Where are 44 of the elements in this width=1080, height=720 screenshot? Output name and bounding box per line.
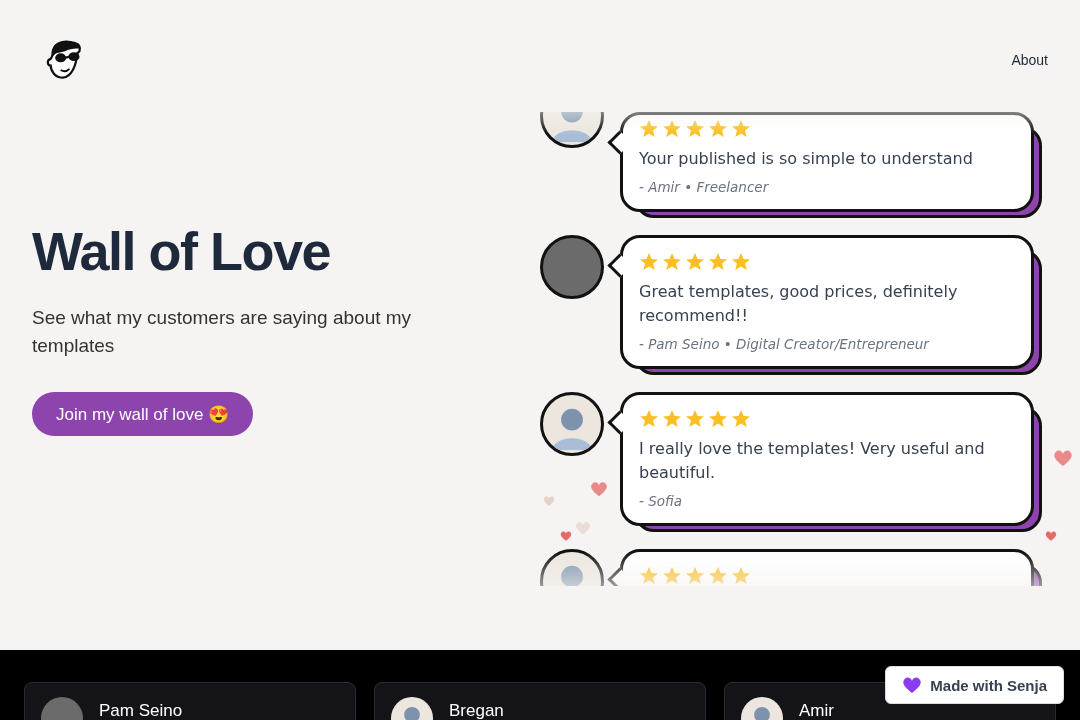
heart-icon — [560, 530, 572, 542]
star-icon — [639, 119, 659, 139]
star-icon — [685, 409, 705, 429]
star-icon — [662, 409, 682, 429]
star-icon — [639, 409, 659, 429]
reviewer-name: Pam Seino — [99, 700, 183, 720]
star-icon — [731, 252, 751, 272]
star-icon — [731, 409, 751, 429]
nav-link[interactable]: About — [1011, 52, 1048, 68]
testimonial-text: I really love the templates! Very useful and beautiful. — [639, 438, 986, 484]
page-title: Wall of Love — [32, 224, 331, 278]
star-icon — [685, 119, 705, 139]
reviewer-name: Amir — [799, 700, 834, 720]
avatar-photo-placeholder — [540, 235, 604, 299]
star-icon — [685, 566, 705, 586]
testimonial-text: Great templates, good prices, definitely recommend!! — [639, 281, 959, 327]
star-icon — [708, 119, 728, 139]
reviewer-name: Bregan — [449, 700, 504, 720]
heart-icon — [575, 520, 591, 536]
star-icon — [639, 566, 659, 586]
heart-icon — [590, 480, 608, 498]
avatar-icon — [540, 392, 604, 456]
testimonial-author: - Pam Seino • Digital Creator/Entrepreneur — [639, 336, 931, 352]
testimonial-author: - Sofia — [639, 493, 683, 509]
heart-icon — [1045, 530, 1057, 542]
heart-icon — [902, 675, 923, 695]
testimonial-author: - Amir • Freelancer — [639, 179, 770, 195]
star-icon — [662, 566, 682, 586]
badge-label: Made with Senja — [930, 676, 1047, 694]
heart-icon — [1053, 448, 1073, 468]
star-icon — [685, 252, 705, 272]
star-icon — [708, 566, 728, 586]
page-subtitle: See what my customers are saying about my templates — [32, 306, 413, 358]
star-icon — [708, 409, 728, 429]
star-icon — [662, 119, 682, 139]
star-icon — [731, 566, 751, 586]
join-button[interactable]: Join my wall of love 😍 — [32, 392, 254, 436]
heart-icon — [543, 495, 555, 507]
star-icon — [639, 252, 659, 272]
star-icon — [731, 119, 751, 139]
made-with-senja-link[interactable]: Made with Senja — [885, 666, 1064, 704]
testimonial-text: Your published is so simple to understand — [639, 148, 974, 170]
star-icon — [708, 252, 728, 272]
star-icon — [662, 252, 682, 272]
